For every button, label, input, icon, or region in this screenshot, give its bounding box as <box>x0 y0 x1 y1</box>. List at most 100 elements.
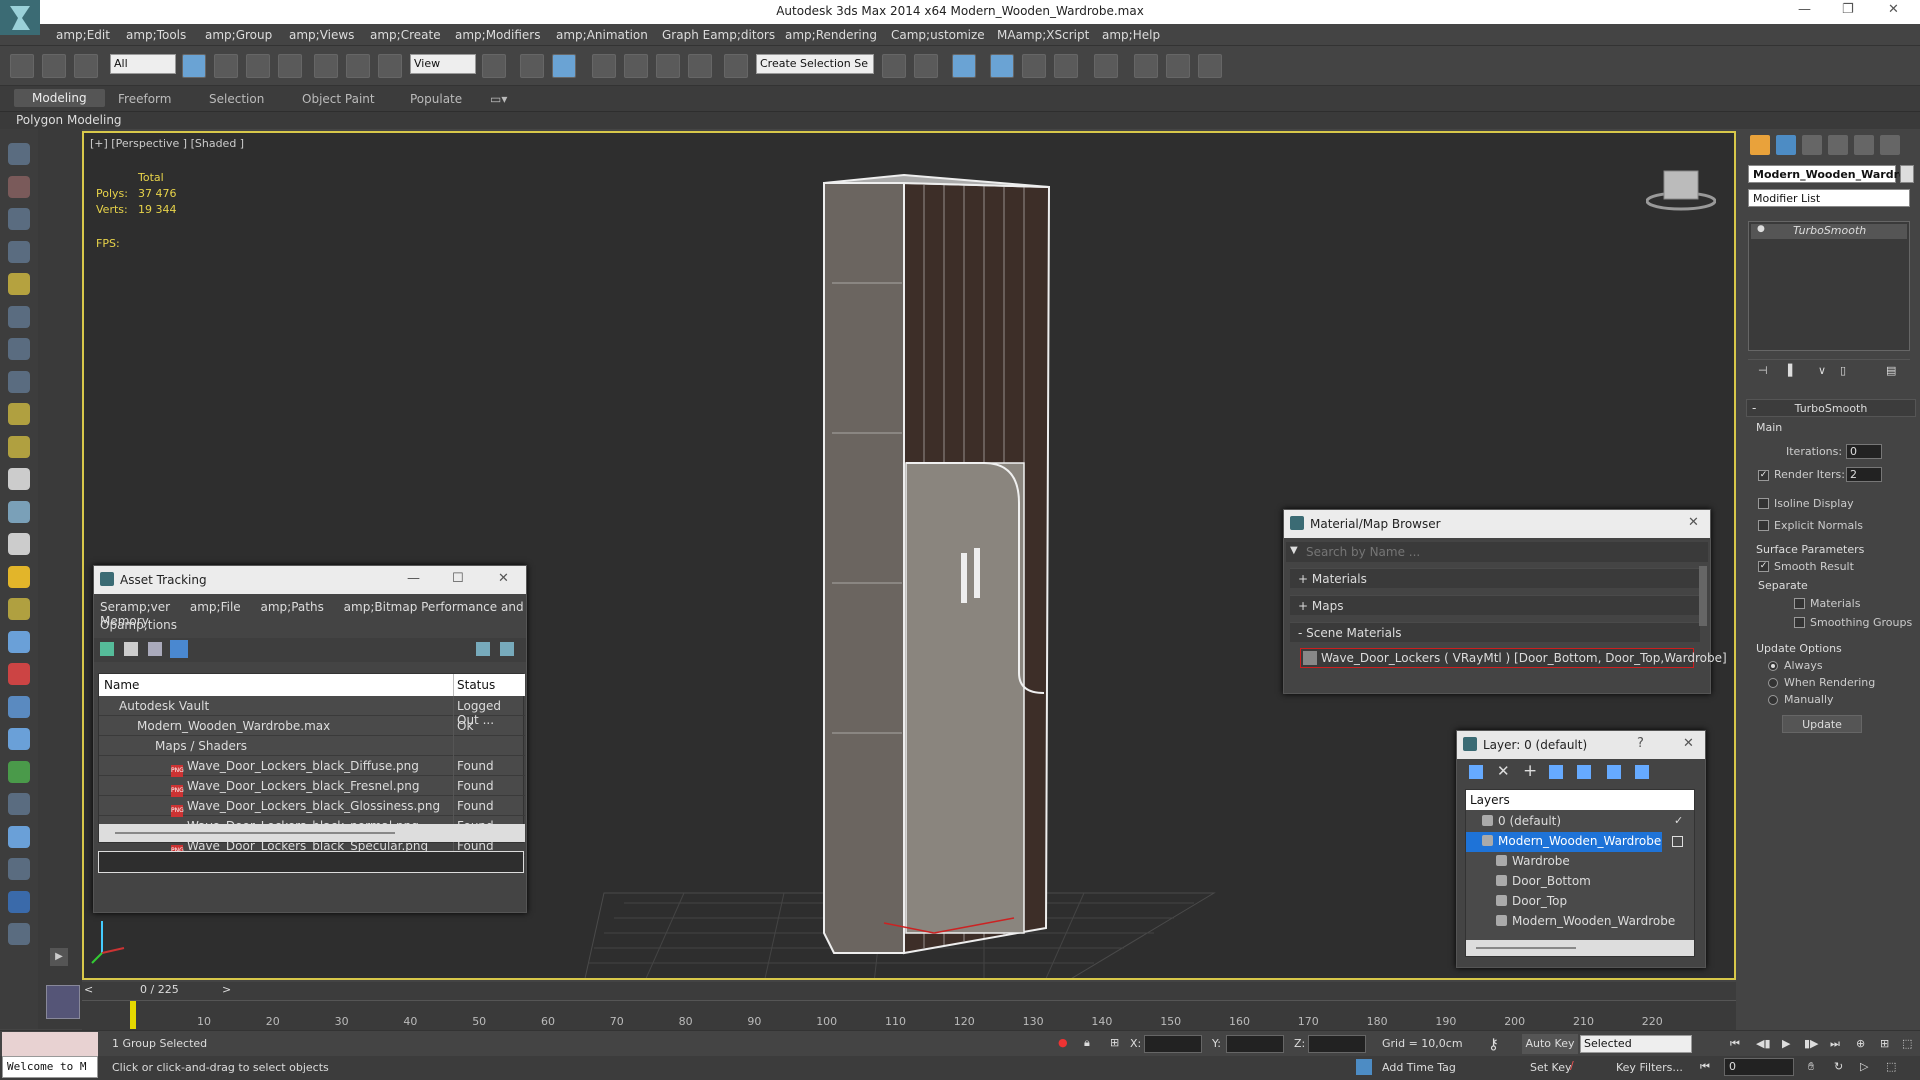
bind-space-warp-icon[interactable] <box>74 54 98 78</box>
manually-radio[interactable] <box>1768 695 1778 705</box>
menu-paths[interactable]: amp;Paths <box>261 600 324 614</box>
unknown-icon[interactable] <box>8 923 30 945</box>
zoom-all-icon[interactable]: ⊞ <box>1880 1037 1889 1050</box>
table-row[interactable]: Autodesk Vault Logged Out ... <box>99 696 525 727</box>
create-layer-icon[interactable] <box>1469 765 1483 779</box>
globe-icon[interactable] <box>8 890 30 913</box>
menu-item-10[interactable]: MAamp;XScript <box>997 28 1089 42</box>
prev-frame-icon[interactable]: < <box>84 983 93 996</box>
mirror-icon[interactable] <box>882 54 906 78</box>
close-icon[interactable]: ✕ <box>1688 515 1699 530</box>
isolate-icon[interactable]: ● <box>1058 1036 1068 1049</box>
scene-materials-group[interactable]: - Scene Materials <box>1290 622 1700 642</box>
light-icon[interactable] <box>8 273 30 295</box>
set-current-box-icon[interactable] <box>1672 836 1683 847</box>
add-to-layer-icon[interactable]: + <box>1523 761 1537 781</box>
box-icon[interactable] <box>8 403 30 425</box>
cylinder-icon[interactable] <box>8 598 30 620</box>
render-teapot-icon[interactable] <box>1198 54 1222 78</box>
schematic-view-icon[interactable] <box>1054 54 1078 78</box>
grid-icon[interactable] <box>8 630 30 653</box>
col-name[interactable]: Name <box>104 678 139 692</box>
make-unique-icon[interactable]: ∨ <box>1818 364 1826 377</box>
particle-icon[interactable] <box>8 728 30 750</box>
link-icon[interactable] <box>10 54 34 78</box>
current-frame-field[interactable]: 0 <box>1724 1058 1794 1076</box>
bone-icon[interactable] <box>8 663 30 685</box>
maxscript-input[interactable]: Welcome to M <box>2 1056 98 1078</box>
move-icon[interactable] <box>314 54 338 78</box>
maximize-icon[interactable]: ☐ <box>452 571 464 586</box>
layer-row[interactable]: Wardrobe <box>1466 852 1692 872</box>
tab-selection[interactable]: Selection <box>209 92 264 106</box>
layers-column-header[interactable]: Layers <box>1470 793 1510 807</box>
menu-item-8[interactable]: amp;Rendering <box>785 28 877 42</box>
window-crossing-icon[interactable] <box>278 54 302 78</box>
keyboard-shortcut-override-icon[interactable] <box>552 54 576 78</box>
menu-item-11[interactable]: amp;Help <box>1102 28 1160 42</box>
horizontal-scrollbar[interactable] <box>99 824 525 842</box>
browser-scrollbar[interactable] <box>1699 566 1707 626</box>
plant-icon[interactable] <box>8 760 30 783</box>
minimize-icon[interactable]: — <box>407 571 420 586</box>
layer-row[interactable]: Door_Top <box>1466 892 1692 912</box>
layer-row[interactable]: Modern_Wooden_Wardrobe <box>1466 912 1692 932</box>
time-slider[interactable]: < 0 / 225 > <box>82 982 1736 1000</box>
sphere-small-icon[interactable] <box>8 825 30 848</box>
table-row[interactable]: Modern_Wooden_Wardrobe.max Ok <box>99 716 525 736</box>
render-setup-icon[interactable] <box>1134 54 1158 78</box>
explicit-normals-checkbox[interactable] <box>1758 520 1769 531</box>
highlight-layer-icon[interactable] <box>1577 765 1591 779</box>
material-browser-titlebar[interactable]: Material/Map Browser ✕ <box>1284 510 1710 538</box>
pivot-center-icon[interactable] <box>482 54 506 78</box>
layer-scrollbar[interactable] <box>1466 940 1694 956</box>
key-icon[interactable]: ⚷ <box>1488 1035 1499 1053</box>
add-time-tag[interactable]: Add Time Tag <box>1382 1061 1456 1074</box>
selection-filter-dropdown[interactable]: All <box>110 54 176 74</box>
grid-view-icon[interactable] <box>170 640 188 658</box>
close-icon[interactable]: ✕ <box>1683 736 1694 751</box>
table-view-icon[interactable] <box>148 642 162 656</box>
materials-group[interactable]: + Materials <box>1290 568 1700 588</box>
modify-tab-icon[interactable] <box>1776 135 1796 155</box>
tab-freeform[interactable]: Freeform <box>118 92 171 106</box>
create-tab-icon[interactable] <box>1750 135 1770 155</box>
polygon-modeling-label[interactable]: Polygon Modeling <box>16 113 122 127</box>
rectangular-selection-icon[interactable] <box>246 54 270 78</box>
viewcube-icon[interactable] <box>1645 167 1717 211</box>
go-to-end-icon[interactable]: ⏭ <box>1830 1037 1840 1051</box>
track-bar[interactable]: 10 20 30 40 50 60 70 80 90 100 110 120 130 140 150 160 1… <box>82 1000 1736 1030</box>
key-selection-dropdown[interactable]: Selected <box>1580 1035 1692 1053</box>
key-mode-icon[interactable]: ⏮ <box>1700 1060 1710 1074</box>
go-to-start-icon[interactable]: ⏮ <box>1730 1037 1740 1051</box>
list-view-icon[interactable] <box>124 642 138 656</box>
smooth-result-checkbox[interactable]: ✓ <box>1758 561 1769 572</box>
percent-snap-icon[interactable] <box>656 54 680 78</box>
app-logo-icon[interactable] <box>0 0 40 35</box>
delete-layer-icon[interactable]: ✕ <box>1497 762 1510 780</box>
hair-icon[interactable] <box>8 793 30 815</box>
separate-materials-checkbox[interactable] <box>1794 598 1805 609</box>
menu-item-2[interactable]: amp;Group <box>205 28 272 42</box>
y-coordinate-field[interactable] <box>1226 1035 1284 1053</box>
absolute-mode-icon[interactable]: ⊞ <box>1110 1036 1119 1049</box>
help-icon[interactable]: ? <box>1637 736 1644 751</box>
named-selection-dropdown[interactable]: Create Selection Se <box>756 54 874 74</box>
biped-icon[interactable] <box>8 695 30 718</box>
layer-row[interactable]: Modern_Wooden_Wardrobe <box>1466 832 1662 852</box>
menu-options[interactable]: Opamp;tions <box>100 618 177 632</box>
close-icon[interactable]: ✕ <box>1888 2 1899 17</box>
motion-tab-icon[interactable] <box>1828 135 1848 155</box>
utilities-tab-icon[interactable] <box>1880 135 1900 155</box>
object-color-swatch[interactable] <box>1900 165 1914 183</box>
context-help-icon[interactable] <box>500 642 514 656</box>
help-icon[interactable] <box>476 642 490 656</box>
filter-dropdown-icon[interactable]: ▼ <box>1290 545 1298 556</box>
geosphere-icon[interactable] <box>8 468 30 490</box>
spinner-snap-icon[interactable] <box>688 54 712 78</box>
maximize-viewport-icon[interactable]: ⬚ <box>1886 1060 1896 1073</box>
rendered-frame-icon[interactable] <box>1166 54 1190 78</box>
hide-all-icon[interactable] <box>1607 765 1621 779</box>
table-row[interactable]: PNG Wave_Door_Lockers_black_Glossiness.pn… <box>99 796 525 817</box>
maps-group[interactable]: + Maps <box>1290 595 1700 615</box>
